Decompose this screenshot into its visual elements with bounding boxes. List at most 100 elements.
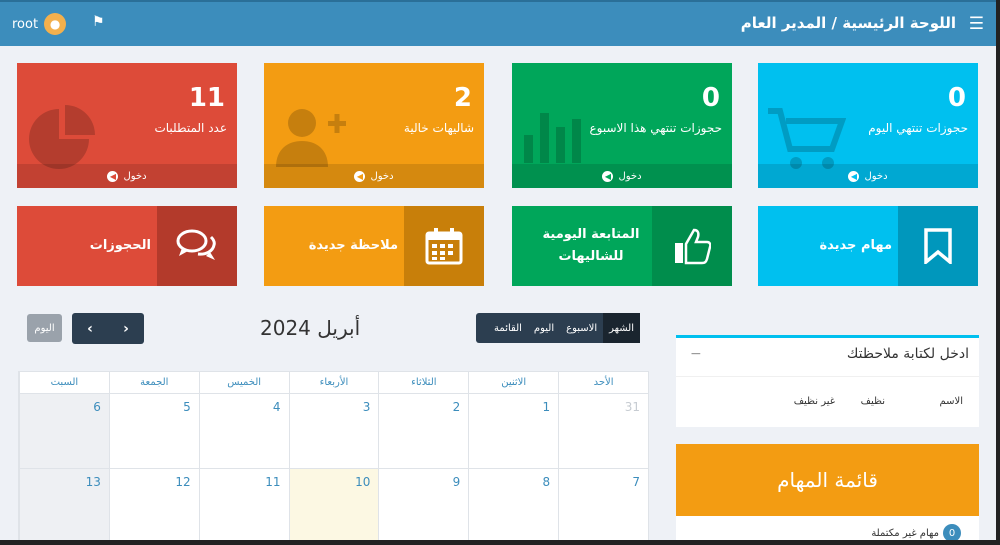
- day-header: الثلاثاء: [378, 372, 468, 393]
- day-number[interactable]: 6: [93, 400, 101, 414]
- notes-title[interactable]: ادخل لكتابة ملاحظتك: [847, 346, 969, 362]
- user-plus-icon: [272, 105, 352, 171]
- stat-more-link[interactable]: دخول ◀: [758, 164, 978, 188]
- tasks-label: مهام غير مكتملة: [871, 527, 939, 539]
- stat-box-vacant: 2 شاليهات خالية دخول ◀: [264, 63, 484, 188]
- stat-label: حجوزات تنتهي اليوم: [868, 121, 968, 135]
- calendar-day[interactable]: 8: [468, 469, 558, 543]
- calendar-day[interactable]: 11: [198, 469, 289, 543]
- day-number[interactable]: 2: [453, 400, 461, 414]
- day-number[interactable]: 7: [632, 475, 640, 489]
- collapse-button[interactable]: −: [690, 346, 702, 362]
- day-number[interactable]: 31: [625, 400, 640, 414]
- column-header: غير نظيف: [793, 396, 835, 407]
- calendar-day[interactable]: 12: [108, 469, 199, 543]
- calendar-day-today[interactable]: 10: [288, 469, 379, 543]
- stat-number: 0: [947, 83, 966, 113]
- day-number[interactable]: 12: [175, 475, 190, 489]
- shortcut-daily-followup[interactable]: المتابعة اليومية للشاليهات: [512, 206, 732, 286]
- arrow-circle-icon: ◀: [602, 170, 614, 182]
- calendar-day[interactable]: 4: [198, 394, 289, 468]
- day-header: الأحد: [558, 372, 648, 393]
- stat-number: 0: [701, 83, 720, 113]
- view-month-button[interactable]: الشهر: [603, 313, 640, 343]
- stat-link-text[interactable]: دخول: [123, 171, 146, 182]
- stat-more-link[interactable]: دخول ◀: [17, 164, 237, 188]
- window-bottom-edge: [0, 540, 1000, 545]
- calendar-view-switcher: الشهر الاسبوع اليوم القائمة: [476, 313, 640, 343]
- view-list-button[interactable]: القائمة: [488, 313, 528, 343]
- stat-box-requests: 11 عدد المتطلبات دخول ◀: [17, 63, 237, 188]
- day-header: الجمعة: [108, 372, 199, 393]
- stat-link-text[interactable]: دخول: [618, 171, 641, 182]
- calendar-nav: ‹ ›: [72, 313, 144, 344]
- arrow-circle-icon: ◀: [354, 170, 366, 182]
- chat-icon: [157, 206, 237, 286]
- calendar-week: 31 1 2 3 4 5 6: [18, 394, 648, 469]
- pie-chart-icon: [25, 105, 99, 173]
- day-number[interactable]: 11: [265, 475, 280, 489]
- bar-chart-icon: [520, 105, 590, 169]
- calendar-header: الأحد الاثنين الثلاثاء الأربعاء الخميس ا…: [18, 372, 648, 394]
- shortcut-label: الحجوزات: [89, 237, 151, 253]
- day-number[interactable]: 10: [355, 475, 370, 489]
- calendar-icon: [404, 206, 484, 286]
- today-button[interactable]: اليوم: [27, 314, 62, 342]
- avatar[interactable]: ●: [44, 13, 67, 35]
- shortcut-label: المتابعة اليومية للشاليهات: [542, 226, 640, 264]
- top-navbar: ☰ اللوحة الرئيسية / المدير العام root ● …: [0, 0, 1000, 46]
- calendar-day[interactable]: 6: [18, 394, 109, 468]
- stat-link-text[interactable]: دخول: [864, 171, 887, 182]
- stat-label: حجوزات تنتهي هذا الاسبوع: [589, 121, 722, 135]
- shortcut-label: ملاحظة جديدة: [308, 237, 398, 253]
- column-header: الاسم: [939, 396, 963, 407]
- day-header: الاثنين: [468, 372, 558, 393]
- shortcut-bookings[interactable]: الحجوزات: [17, 206, 237, 286]
- arrow-circle-icon: ◀: [107, 170, 119, 182]
- day-number[interactable]: 1: [543, 400, 551, 414]
- calendar-day[interactable]: 3: [288, 394, 379, 468]
- day-header: السبت: [18, 372, 109, 393]
- stat-link-text[interactable]: دخول: [370, 171, 393, 182]
- day-number[interactable]: 5: [183, 400, 191, 414]
- window-right-edge: [996, 0, 1000, 545]
- divider: [676, 376, 979, 377]
- calendar-day[interactable]: 13: [18, 469, 109, 543]
- day-number[interactable]: 13: [86, 475, 101, 489]
- breadcrumb: اللوحة الرئيسية / المدير العام: [740, 14, 956, 32]
- user-menu[interactable]: root ●: [12, 13, 67, 35]
- view-day-button[interactable]: اليوم: [528, 313, 560, 343]
- calendar-day[interactable]: 31: [558, 394, 648, 468]
- tasks-panel-title: قائمة المهام: [676, 444, 979, 516]
- notes-panel: ادخل لكتابة ملاحظتك − الاسم نظيف غير نظي…: [676, 335, 979, 427]
- top-border: [0, 0, 1000, 2]
- calendar-day[interactable]: 9: [378, 469, 468, 543]
- shortcut-new-note[interactable]: ملاحظة جديدة: [264, 206, 484, 286]
- calendar-day[interactable]: 7: [558, 469, 648, 543]
- next-button[interactable]: ›: [108, 313, 144, 344]
- calendar-day[interactable]: 5: [108, 394, 199, 468]
- username[interactable]: root: [12, 17, 38, 32]
- stat-label: عدد المتطلبات: [154, 121, 227, 135]
- day-number[interactable]: 9: [453, 475, 461, 489]
- stat-number: 11: [188, 83, 225, 113]
- shortcut-new-tasks[interactable]: مهام جديدة: [758, 206, 978, 286]
- stat-more-link[interactable]: دخول ◀: [512, 164, 732, 188]
- day-number[interactable]: 8: [543, 475, 551, 489]
- day-number[interactable]: 3: [363, 400, 371, 414]
- calendar-grid: الأحد الاثنين الثلاثاء الأربعاء الخميس ا…: [18, 371, 649, 545]
- day-number[interactable]: 4: [273, 400, 281, 414]
- menu-toggle-icon[interactable]: ☰: [969, 14, 984, 34]
- thumbs-up-icon: [652, 206, 732, 286]
- prev-button[interactable]: ‹: [72, 313, 108, 344]
- stat-box-today: 0 حجوزات تنتهي اليوم دخول ◀: [758, 63, 978, 188]
- stat-number: 2: [453, 83, 472, 113]
- calendar-day[interactable]: 2: [378, 394, 468, 468]
- bookmark-icon: [898, 206, 978, 286]
- calendar-title: أبريل 2024: [260, 316, 361, 340]
- stat-more-link[interactable]: دخول ◀: [264, 164, 484, 188]
- calendar-day[interactable]: 1: [468, 394, 558, 468]
- flag-icon[interactable]: ⚑: [92, 14, 105, 30]
- column-header: نظيف: [860, 396, 885, 407]
- view-week-button[interactable]: الاسبوع: [560, 313, 603, 343]
